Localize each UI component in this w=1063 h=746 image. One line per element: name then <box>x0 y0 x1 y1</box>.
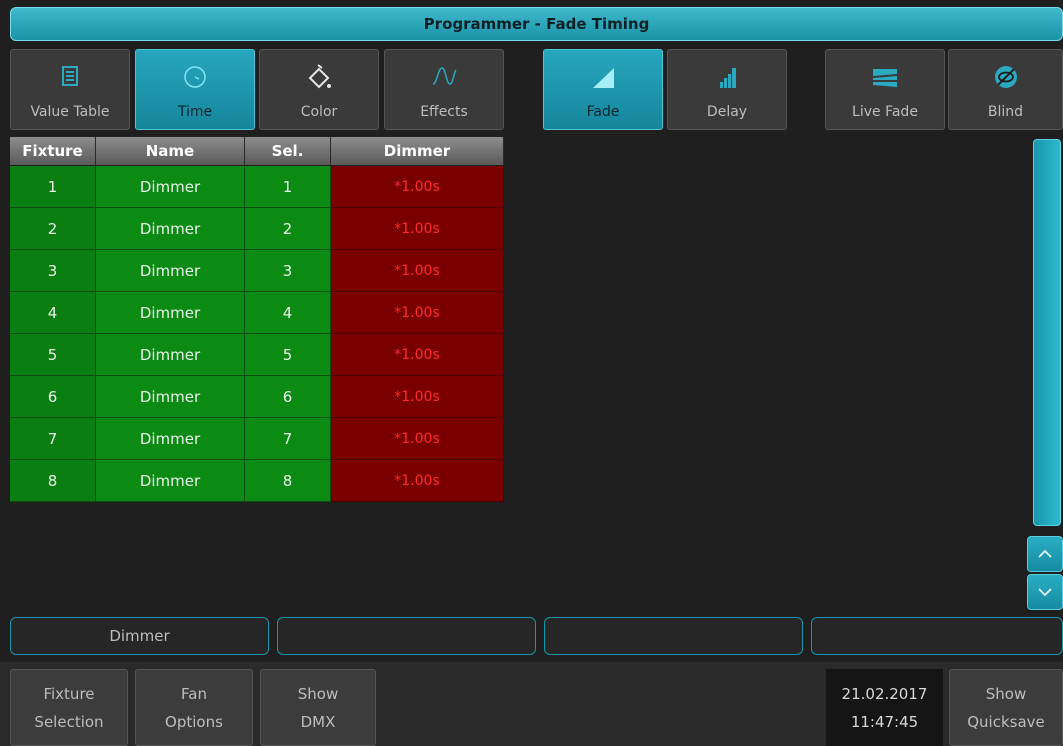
clock-icon <box>184 66 206 88</box>
cell-dimmer-value[interactable]: *1.00s <box>331 334 504 376</box>
fan-options-button[interactable]: Fan Options <box>135 669 253 746</box>
cell-dimmer-value[interactable]: *1.00s <box>331 166 504 208</box>
table-row[interactable]: 1 Dimmer 1 *1.00s <box>10 166 504 208</box>
cell-sel[interactable]: 3 <box>245 250 331 292</box>
show-dmx-label-2: DMX <box>300 712 336 731</box>
table-icon <box>62 66 78 86</box>
delay-label: Delay <box>706 104 748 120</box>
blind-button[interactable]: Blind <box>948 49 1063 130</box>
fade-label: Fade <box>586 104 620 120</box>
fixture-selection-label-2: Selection <box>34 712 104 731</box>
cell-name[interactable]: Dimmer <box>96 334 245 376</box>
live-fade-label: Live Fade <box>852 104 918 120</box>
chevron-up-icon <box>1038 549 1052 558</box>
cell-sel[interactable]: 5 <box>245 334 331 376</box>
table-row[interactable]: 6 Dimmer 6 *1.00s <box>10 376 504 418</box>
cell-name[interactable]: Dimmer <box>96 166 245 208</box>
cell-name[interactable]: Dimmer <box>96 292 245 334</box>
show-quicksave-label-1: Show <box>985 684 1027 703</box>
info-box-2 <box>277 617 536 655</box>
table-row[interactable]: 5 Dimmer 5 *1.00s <box>10 334 504 376</box>
cell-sel[interactable]: 4 <box>245 292 331 334</box>
cell-name[interactable]: Dimmer <box>96 208 245 250</box>
show-dmx-button[interactable]: Show DMX <box>260 669 376 746</box>
cell-name[interactable]: Dimmer <box>96 418 245 460</box>
cell-dimmer-value[interactable]: *1.00s <box>331 292 504 334</box>
fan-options-label-1: Fan <box>181 684 207 703</box>
scrollbar-thumb[interactable] <box>1033 139 1061 526</box>
delay-bars-icon <box>720 68 736 88</box>
value-table-button[interactable]: Value Table <box>10 49 130 130</box>
show-quicksave-button[interactable]: Show Quicksave <box>949 669 1063 746</box>
cell-dimmer-value[interactable]: *1.00s <box>331 250 504 292</box>
fade-button[interactable]: Fade <box>543 49 663 130</box>
blind-label: Blind <box>987 104 1024 120</box>
column-header-dimmer[interactable]: Dimmer <box>331 137 504 165</box>
scroll-up-button[interactable] <box>1027 536 1063 572</box>
cell-fixture[interactable]: 4 <box>10 292 96 334</box>
cell-dimmer-value[interactable]: *1.00s <box>331 376 504 418</box>
cell-fixture[interactable]: 8 <box>10 460 96 502</box>
cell-name[interactable]: Dimmer <box>96 376 245 418</box>
cell-fixture[interactable]: 6 <box>10 376 96 418</box>
cell-sel[interactable]: 1 <box>245 166 331 208</box>
window-title: Programmer - Fade Timing <box>10 7 1063 41</box>
effects-button[interactable]: Effects <box>384 49 504 130</box>
cell-name[interactable]: Dimmer <box>96 250 245 292</box>
cell-dimmer-value[interactable]: *1.00s <box>331 208 504 250</box>
paint-bucket-icon <box>308 64 331 89</box>
cell-dimmer-value[interactable]: *1.00s <box>331 418 504 460</box>
column-header-name[interactable]: Name <box>96 137 245 165</box>
cell-sel[interactable]: 6 <box>245 376 331 418</box>
cell-fixture[interactable]: 5 <box>10 334 96 376</box>
show-dmx-label-1: Show <box>297 684 339 703</box>
fixture-selection-button[interactable]: Fixture Selection <box>10 669 128 746</box>
cell-fixture[interactable]: 2 <box>10 208 96 250</box>
fixture-selection-label-1: Fixture <box>43 684 95 703</box>
live-fade-button[interactable]: Live Fade <box>825 49 945 130</box>
column-header-sel[interactable]: Sel. <box>245 137 331 165</box>
info-box-attribute: Dimmer <box>10 617 269 655</box>
table-row[interactable]: 4 Dimmer 4 *1.00s <box>10 292 504 334</box>
scroll-down-button[interactable] <box>1027 574 1063 610</box>
date-time-display: 21.02.2017 11:47:45 <box>826 669 943 746</box>
table-row[interactable]: 7 Dimmer 7 *1.00s <box>10 418 504 460</box>
table-row[interactable]: 2 Dimmer 2 *1.00s <box>10 208 504 250</box>
table-row[interactable]: 3 Dimmer 3 *1.00s <box>10 250 504 292</box>
delay-button[interactable]: Delay <box>667 49 787 130</box>
cell-fixture[interactable]: 3 <box>10 250 96 292</box>
blind-icon <box>994 66 1017 88</box>
color-button[interactable]: Color <box>259 49 379 130</box>
column-header-fixture[interactable]: Fixture <box>10 137 96 165</box>
effects-label: Effects <box>420 104 468 120</box>
cell-name[interactable]: Dimmer <box>96 460 245 502</box>
cell-sel[interactable]: 8 <box>245 460 331 502</box>
chevron-down-icon <box>1038 588 1052 597</box>
date-text: 21.02.2017 <box>841 684 928 703</box>
value-table-label: Value Table <box>30 104 110 120</box>
cell-dimmer-value[interactable]: *1.00s <box>331 460 504 502</box>
cell-sel[interactable]: 2 <box>245 208 331 250</box>
time-text: 11:47:45 <box>850 712 919 731</box>
live-fade-icon <box>873 69 897 87</box>
info-box-4 <box>811 617 1063 655</box>
table-row[interactable]: 8 Dimmer 8 *1.00s <box>10 460 504 502</box>
wave-icon <box>432 67 457 85</box>
fade-ramp-icon <box>593 68 614 88</box>
cell-sel[interactable]: 7 <box>245 418 331 460</box>
cell-fixture[interactable]: 1 <box>10 166 96 208</box>
info-box-3 <box>544 617 803 655</box>
fan-options-label-2: Options <box>165 712 223 731</box>
cell-fixture[interactable]: 7 <box>10 418 96 460</box>
show-quicksave-label-2: Quicksave <box>967 712 1045 731</box>
time-button[interactable]: Time <box>135 49 255 130</box>
time-label: Time <box>177 104 213 120</box>
color-label: Color <box>300 104 338 120</box>
